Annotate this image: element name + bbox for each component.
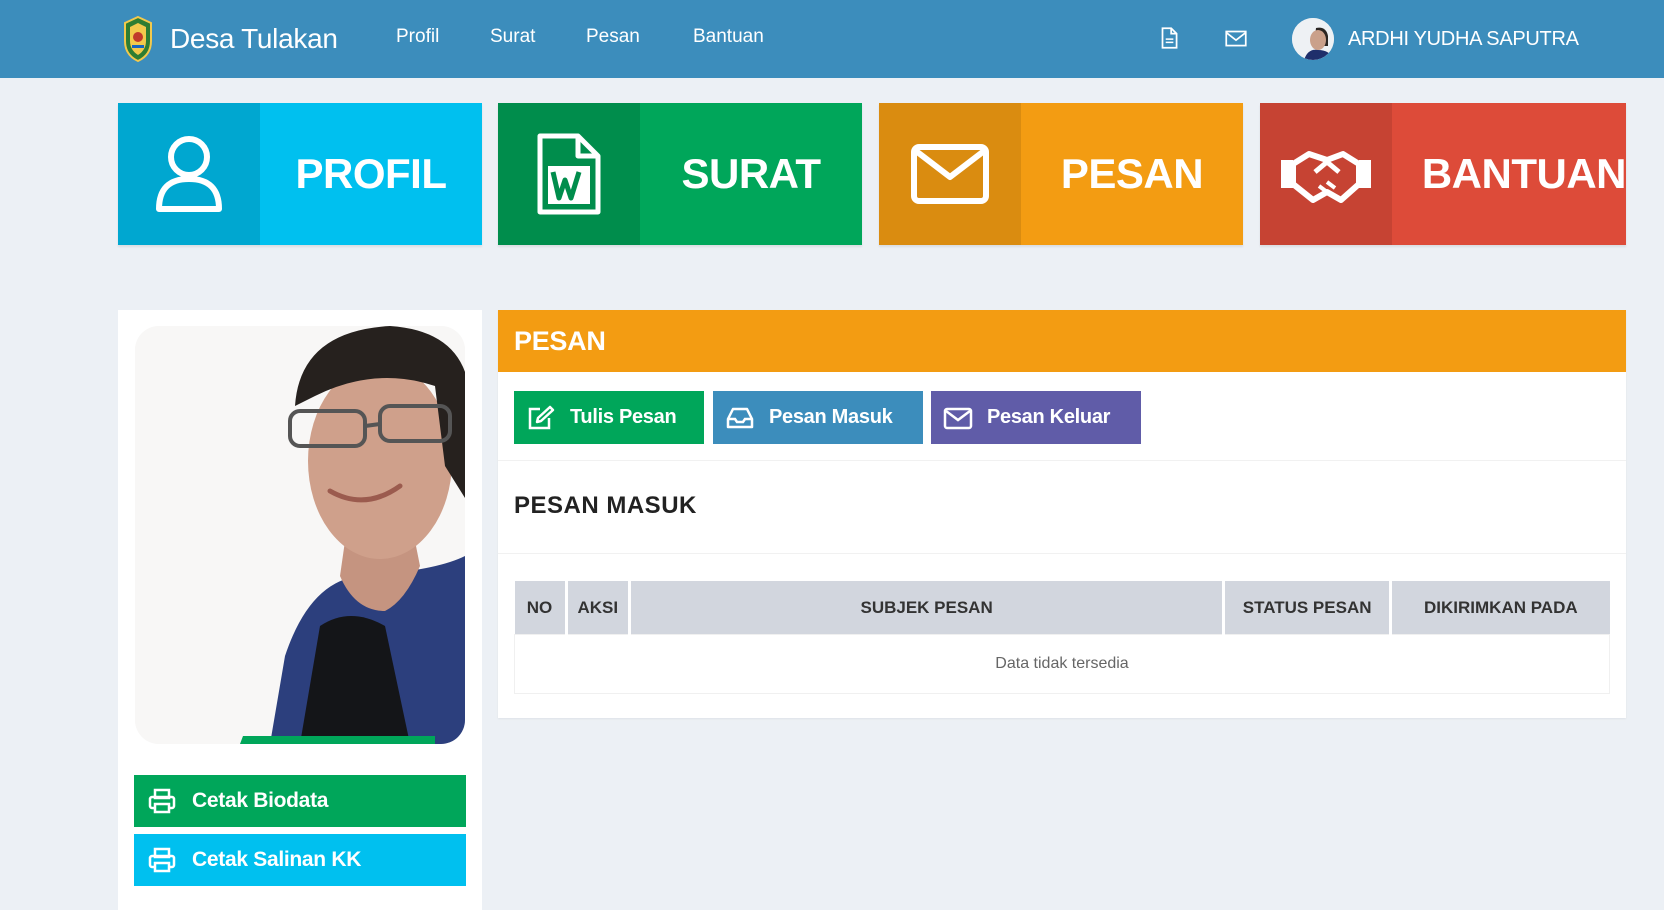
- column-header[interactable]: SUBJEK PESAN: [629, 581, 1226, 635]
- handshake-icon: [1280, 151, 1371, 203]
- print-biodata-label: Cetak Biodata: [192, 789, 329, 812]
- nav-surat[interactable]: Surat: [490, 26, 535, 48]
- profile-photo: [135, 326, 465, 744]
- user-name: ARDHI YUDHA SAPUTRA: [1348, 27, 1579, 50]
- nav-pesan[interactable]: Pesan: [586, 26, 640, 48]
- tile-surat[interactable]: SURAT: [498, 103, 862, 245]
- top-navbar: Desa Tulakan Profil Surat Pesan Bantuan …: [0, 0, 1664, 78]
- messages-panel: PESAN Tulis Pesan Pesan Masuk Pesan Kelu…: [498, 310, 1626, 718]
- messages-table: NO AKSI SUBJEK PESAN STATUS PESAN DIKIRI…: [514, 581, 1610, 694]
- outbox-button[interactable]: Pesan Keluar: [931, 391, 1141, 444]
- column-header[interactable]: STATUS PESAN: [1223, 581, 1393, 635]
- print-biodata-button[interactable]: Cetak Biodata: [134, 775, 466, 827]
- tile-pesan[interactable]: PESAN: [879, 103, 1243, 245]
- avatar: [1292, 18, 1334, 60]
- print-icon: [148, 788, 176, 814]
- divider: [498, 460, 1626, 461]
- brand-name: Desa Tulakan: [170, 23, 338, 54]
- print-kk-button[interactable]: Cetak Salinan KK: [134, 834, 466, 886]
- print-kk-label: Cetak Salinan KK: [192, 848, 362, 871]
- tile-profil[interactable]: PROFIL: [118, 103, 482, 245]
- section-title: PESAN MASUK: [514, 492, 697, 519]
- tile-label: PROFIL: [295, 150, 448, 197]
- write-message-label: Tulis Pesan: [570, 406, 677, 428]
- brand[interactable]: Desa Tulakan: [122, 15, 338, 63]
- divider: [498, 553, 1626, 554]
- profile-card: Cetak Biodata Cetak Salinan KK: [118, 310, 482, 910]
- village-emblem-icon: [124, 15, 152, 63]
- inbox-label: Pesan Masuk: [769, 406, 893, 428]
- column-header[interactable]: AKSI: [566, 581, 632, 635]
- edit-icon: [528, 405, 555, 429]
- nav-bantuan[interactable]: Bantuan: [693, 26, 764, 48]
- tile-label: BANTUAN: [1421, 150, 1626, 197]
- column-header[interactable]: NO: [514, 581, 568, 635]
- envelope-icon[interactable]: [1223, 25, 1249, 51]
- envelope-icon: [943, 407, 973, 429]
- inbox-icon: [726, 407, 754, 428]
- tile-bantuan[interactable]: BANTUAN: [1260, 103, 1626, 245]
- word-file-icon: [537, 133, 601, 215]
- profile-photo-image: [135, 326, 465, 744]
- write-message-button[interactable]: Tulis Pesan: [514, 391, 704, 444]
- avatar-image: [1292, 18, 1334, 60]
- table-header-row: NO AKSI SUBJEK PESAN STATUS PESAN DIKIRI…: [514, 581, 1610, 635]
- empty-table-message: Data tidak tersedia: [514, 634, 1610, 694]
- tile-label: PESAN: [1060, 150, 1204, 197]
- file-icon[interactable]: [1156, 25, 1182, 51]
- column-header[interactable]: DIKIRIMKAN PADA: [1390, 581, 1610, 635]
- nav-profil[interactable]: Profil: [396, 26, 439, 48]
- panel-title: PESAN: [498, 310, 1626, 372]
- inbox-button[interactable]: Pesan Masuk: [713, 391, 923, 444]
- tile-icon-box: [118, 103, 260, 245]
- envelope-icon: [911, 144, 989, 204]
- outbox-label: Pesan Keluar: [987, 406, 1111, 428]
- print-icon: [148, 847, 176, 873]
- tile-icon-box: [879, 103, 1021, 245]
- tile-label: SURAT: [681, 150, 821, 197]
- table-row: Data tidak tersedia: [514, 634, 1610, 694]
- user-icon: [156, 136, 222, 212]
- tile-icon-box: [498, 103, 640, 245]
- user-menu[interactable]: ARDHI YUDHA SAPUTRA: [1292, 17, 1579, 61]
- tile-icon-box: [1260, 103, 1392, 245]
